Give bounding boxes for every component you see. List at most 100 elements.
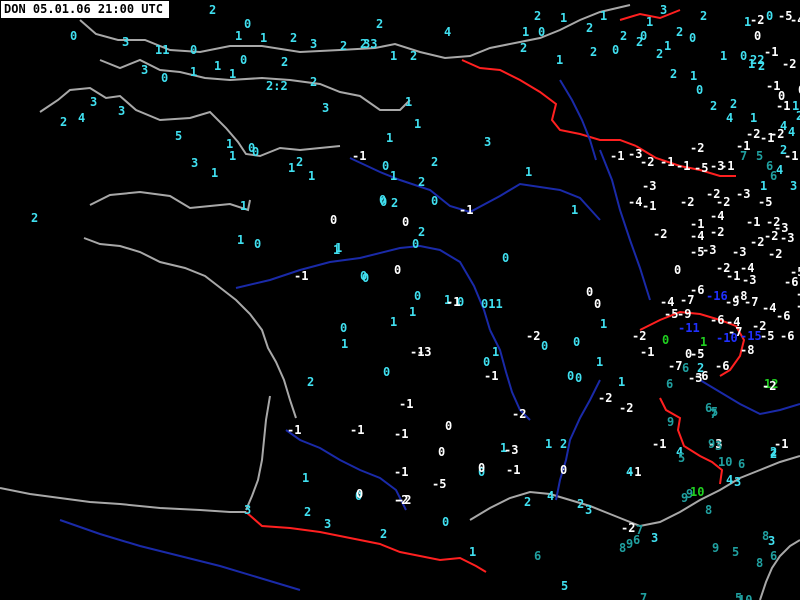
station-temperature: 4 <box>547 489 554 503</box>
station-temperature: -6 <box>780 329 794 343</box>
station-temperature: 2 <box>670 67 677 81</box>
station-temperature: 6 <box>738 457 745 471</box>
station-temperature: 11 <box>155 43 169 57</box>
station-temperature: 2 <box>281 55 288 69</box>
station-temperature: 1 <box>545 437 552 451</box>
station-temperature: 4 <box>78 111 85 125</box>
station-temperature: 2 <box>636 35 643 49</box>
station-temperature: 3 <box>122 35 129 49</box>
station-temperature: -1 <box>459 203 473 217</box>
station-temperature: 2 <box>418 175 425 189</box>
station-temperature: -1 <box>640 345 654 359</box>
station-temperature: 1 <box>386 131 393 145</box>
station-temperature: 0 <box>340 321 347 335</box>
station-temperature: 0 <box>161 71 168 85</box>
station-temperature: 2 <box>710 99 717 113</box>
station-temperature: -2 <box>690 141 704 155</box>
station-temperature: 10 <box>718 455 732 469</box>
station-temperature: 5 <box>756 149 763 163</box>
station-temperature: -3 <box>774 221 788 235</box>
station-temperature: 2 <box>560 437 567 451</box>
station-temperature: -1 <box>720 159 734 173</box>
station-temperature: -3 <box>642 179 656 193</box>
station-temperature: -5 <box>694 161 708 175</box>
station-temperature: 1 <box>405 95 412 109</box>
station-temperature: 1 <box>240 199 247 213</box>
coastline-aquitaine <box>245 395 271 511</box>
station-temperature: 1 <box>211 166 218 180</box>
station-temperature: 5 <box>678 451 685 465</box>
station-temperature: 1 <box>226 137 233 151</box>
station-temperature: 3 <box>790 179 797 193</box>
station-temperature: -1 <box>660 155 674 169</box>
station-temperature: 1 <box>690 69 697 83</box>
station-temperature: 8 <box>705 503 712 517</box>
station-temperature: 0 <box>379 193 386 207</box>
station-temperature: -1 <box>394 465 408 479</box>
station-temperature: -6 <box>715 359 729 373</box>
coastline-brittany-west <box>89 190 251 212</box>
station-temperature: 0 <box>414 289 421 303</box>
station-temperature: -2 <box>640 155 654 169</box>
station-temperature: -1 <box>287 423 301 437</box>
station-temperature: 2 <box>620 29 627 43</box>
station-temperature: 0 <box>560 463 567 477</box>
station-temperature: 1 <box>596 355 603 369</box>
station-temperature: 2 <box>590 45 597 59</box>
station-temperature: -2 <box>750 235 764 249</box>
station-temperature: 1 <box>390 49 397 63</box>
station-temperature: 0 <box>362 271 369 285</box>
station-temperature: 5 <box>732 545 739 559</box>
station-temperature: 1 <box>229 67 236 81</box>
coastline-italy <box>759 539 800 600</box>
station-temperature: 0 <box>445 419 452 433</box>
station-temperature: -1 <box>294 269 308 283</box>
station-temperature: 0 <box>382 159 389 173</box>
station-temperature: 2 <box>340 39 347 53</box>
station-temperature: 0 <box>662 333 669 347</box>
station-temperature: 1 <box>390 169 397 183</box>
station-temperature: 1 <box>522 25 529 39</box>
station-temperature: -2 <box>680 195 694 209</box>
station-temperature: 8 <box>756 556 763 570</box>
station-temperature: -2 <box>710 225 724 239</box>
station-temperature: 4 <box>444 25 451 39</box>
station-temperature: 0 <box>541 339 548 353</box>
station-temperature: 3 <box>310 37 317 51</box>
station-temperature: 1 <box>744 15 751 29</box>
station-temperature: 3 <box>585 503 592 517</box>
station-temperature: -2 <box>394 493 408 507</box>
station-temperature: -5 <box>758 195 772 209</box>
station-temperature: -4 <box>762 301 776 315</box>
station-temperature: 7 <box>740 149 747 163</box>
station-temperature: 0 <box>431 194 438 208</box>
station-temperature: 1 <box>214 59 221 73</box>
station-temperature: 1 <box>618 375 625 389</box>
station-temperature: 0 <box>252 145 259 159</box>
station-temperature: 0 <box>586 285 593 299</box>
station-temperature: -6 <box>710 313 724 327</box>
station-temperature: 1 <box>720 49 727 63</box>
station-temperature: -1 <box>642 199 656 213</box>
coastline-loire <box>83 237 297 419</box>
station-temperature: -1 <box>764 45 778 59</box>
station-temperature: 2 <box>586 21 593 35</box>
station-temperature: 1 <box>414 117 421 131</box>
station-temperature: -1 <box>746 215 760 229</box>
station-temperature: 3 <box>660 3 667 17</box>
station-temperature: -1 <box>484 369 498 383</box>
station-temperature: 1 <box>792 99 799 113</box>
station-temperature: 2 <box>380 527 387 541</box>
station-temperature: 1 <box>302 471 309 485</box>
station-temperature: 0 <box>685 347 692 361</box>
station-temperature: -3 <box>736 187 750 201</box>
station-temperature: 6 <box>666 377 673 391</box>
station-temperature: 1 <box>492 345 499 359</box>
station-temperature: -1 <box>776 99 790 113</box>
station-temperature: 8 <box>762 529 769 543</box>
station-temperature: 0 <box>254 237 261 251</box>
border-belgium <box>461 59 637 147</box>
station-temperature: -1 <box>446 295 460 309</box>
station-temperature: -1 <box>394 427 408 441</box>
station-temperature: 4 <box>726 473 733 487</box>
